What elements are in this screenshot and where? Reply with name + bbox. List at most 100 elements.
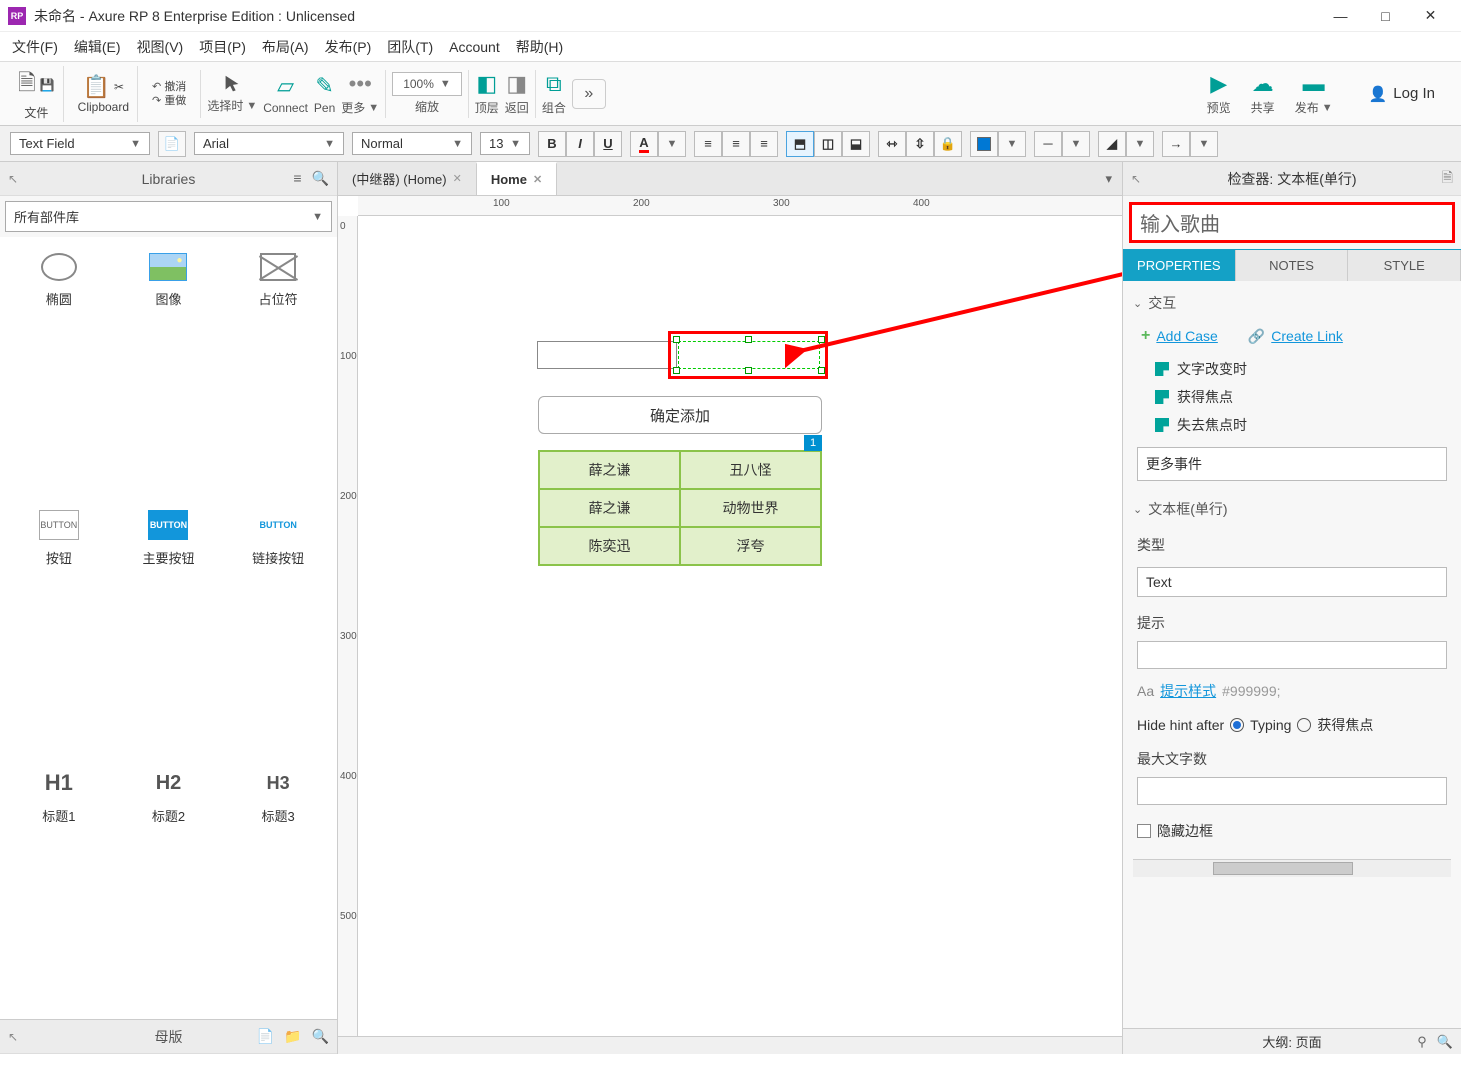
close-icon[interactable]: ✕ <box>453 172 462 185</box>
add-case-link[interactable]: Add Case <box>1156 328 1217 344</box>
login-button[interactable]: 👤 Log In <box>1353 79 1451 109</box>
widget-primary-button[interactable]: BUTTON主要按钮 <box>118 502 220 753</box>
publish-button[interactable]: ▬ 发布▼ <box>1295 71 1333 116</box>
widget-link-button[interactable]: BUTTON链接按钮 <box>227 502 329 753</box>
connect-button[interactable]: ▱ Connect <box>263 73 308 115</box>
panel-hscrollbar[interactable] <box>1133 859 1451 877</box>
menu-arrange[interactable]: 布局(A) <box>262 37 309 57</box>
event-lost-focus[interactable]: 失去焦点时 <box>1155 415 1451 435</box>
menu-team[interactable]: 团队(T) <box>387 37 433 57</box>
menu-view[interactable]: 视图(V) <box>137 37 184 57</box>
menu-publish[interactable]: 发布(P) <box>325 37 372 57</box>
undock-icon[interactable]: ↖ <box>8 172 18 186</box>
add-page-icon[interactable]: 📄 <box>257 1028 274 1045</box>
menu-icon[interactable]: ≡ <box>293 170 301 187</box>
table-row[interactable]: 陈奕迅 浮夸 <box>539 527 821 565</box>
search-icon[interactable]: 🔍 <box>312 1028 329 1045</box>
page-icon[interactable]: 🗎 <box>1442 167 1453 191</box>
widget-image[interactable]: 图像 <box>118 245 220 494</box>
distribute-v-button[interactable]: ⇳ <box>906 131 934 157</box>
table-cell[interactable]: 丑八怪 <box>680 451 821 489</box>
radio-focus[interactable] <box>1297 718 1311 732</box>
more-events-select[interactable]: 更多事件 <box>1137 447 1447 481</box>
redo-button[interactable]: ↷ 重做 <box>152 94 186 108</box>
menu-edit[interactable]: 编辑(E) <box>74 37 121 57</box>
menu-account[interactable]: Account <box>449 39 500 55</box>
table-cell[interactable]: 动物世界 <box>680 489 821 527</box>
close-button[interactable]: ✕ <box>1408 1 1453 31</box>
tabs-overflow[interactable]: ▾ <box>1095 162 1122 195</box>
style-manager-button[interactable]: 📄 <box>158 131 186 157</box>
section-interactions[interactable]: ⌄ 交互 <box>1133 287 1451 319</box>
tab-notes[interactable]: NOTES <box>1236 250 1349 281</box>
undock-icon[interactable]: ↖ <box>8 1030 18 1044</box>
toolbar-clipboard-group[interactable]: 📋✂ Clipboard <box>70 66 138 122</box>
table-cell[interactable]: 浮夸 <box>680 527 821 565</box>
type-select[interactable]: Text <box>1137 567 1447 597</box>
table-cell[interactable]: 薛之谦 <box>539 451 680 489</box>
fill-color-dropdown[interactable]: ▼ <box>998 131 1026 157</box>
line-style-button[interactable]: ─ <box>1034 131 1062 157</box>
arrow-style-button[interactable]: → <box>1162 131 1190 157</box>
table-row[interactable]: 薛之谦 动物世界 <box>539 489 821 527</box>
tab-properties[interactable]: PROPERTIES <box>1123 250 1236 281</box>
library-select[interactable]: 所有部件库▼ <box>5 201 332 232</box>
widget-style-select[interactable]: Text Field▼ <box>10 132 150 155</box>
underline-button[interactable]: U <box>594 131 622 157</box>
widget-h1[interactable]: H1标题1 <box>8 760 110 1011</box>
menu-file[interactable]: 文件(F) <box>12 37 58 57</box>
valign-middle-button[interactable]: ◫ <box>814 131 842 157</box>
line-color-button[interactable]: ◢ <box>1098 131 1126 157</box>
maxlength-input[interactable] <box>1137 777 1447 805</box>
valign-bottom-button[interactable]: ⬓ <box>842 131 870 157</box>
hide-border-checkbox[interactable] <box>1137 824 1151 838</box>
tab-home[interactable]: Home✕ <box>476 162 557 195</box>
widget-ellipse[interactable]: 椭圆 <box>8 245 110 494</box>
tab-repeater-home[interactable]: (中继器) (Home)✕ <box>338 162 476 195</box>
section-textfield[interactable]: ⌄ 文本框(单行) <box>1133 493 1451 525</box>
filter-icon[interactable]: ⚲ <box>1417 1034 1427 1050</box>
bold-button[interactable]: B <box>538 131 566 157</box>
share-button[interactable]: ☁ 共享 <box>1251 71 1275 116</box>
text-color-button[interactable]: A <box>630 131 658 157</box>
undock-icon[interactable]: ↖ <box>1131 172 1141 186</box>
event-got-focus[interactable]: 获得焦点 <box>1155 387 1451 407</box>
undo-button[interactable]: ↶ 撤消 <box>152 80 186 94</box>
align-left-button[interactable]: ≡ <box>694 131 722 157</box>
add-folder-icon[interactable]: 📁 <box>284 1028 301 1045</box>
bring-front-button[interactable]: ◧ 顶层 <box>475 71 499 116</box>
widget-placeholder[interactable]: 占位符 <box>227 245 329 494</box>
menu-help[interactable]: 帮助(H) <box>516 37 563 57</box>
select-mode-button[interactable]: 选择时▼ <box>207 73 257 114</box>
table-cell[interactable]: 陈奕迅 <box>539 527 680 565</box>
widget-h2[interactable]: H2标题2 <box>118 760 220 1011</box>
line-style-dropdown[interactable]: ▼ <box>1062 131 1090 157</box>
line-color-dropdown[interactable]: ▼ <box>1126 131 1154 157</box>
overflow-button[interactable]: » <box>572 79 606 109</box>
font-weight-select[interactable]: Normal▼ <box>352 132 472 155</box>
canvas-textfield-1[interactable] <box>537 341 677 369</box>
close-icon[interactable]: ✕ <box>533 173 542 186</box>
design-canvas[interactable]: 确定添加 1 薛之谦 丑八怪 薛之谦 动物世界 陈奕迅 浮夸 <box>358 216 1122 1054</box>
create-link-link[interactable]: Create Link <box>1271 328 1343 344</box>
menu-project[interactable]: 项目(P) <box>199 37 246 57</box>
search-icon[interactable]: 🔍 <box>1437 1034 1453 1050</box>
italic-button[interactable]: I <box>566 131 594 157</box>
table-cell[interactable]: 薛之谦 <box>539 489 680 527</box>
text-color-dropdown[interactable]: ▼ <box>658 131 686 157</box>
font-select[interactable]: Arial▼ <box>194 132 344 155</box>
search-icon[interactable]: 🔍 <box>312 170 329 187</box>
widget-h3[interactable]: H3标题3 <box>227 760 329 1011</box>
preview-button[interactable]: ▶ 预览 <box>1207 71 1231 116</box>
minimize-button[interactable]: — <box>1318 1 1363 31</box>
event-text-change[interactable]: 文字改变时 <box>1155 359 1451 379</box>
hint-input[interactable] <box>1137 641 1447 669</box>
tab-style[interactable]: STYLE <box>1348 250 1461 281</box>
lock-button[interactable]: 🔒 <box>934 131 962 157</box>
arrow-style-dropdown[interactable]: ▼ <box>1190 131 1218 157</box>
pen-button[interactable]: ✎ Pen <box>314 73 335 115</box>
canvas-repeater-table[interactable]: 1 薛之谦 丑八怪 薛之谦 动物世界 陈奕迅 浮夸 <box>538 450 822 566</box>
radio-typing[interactable] <box>1230 718 1244 732</box>
send-back-button[interactable]: ◨ 返回 <box>505 71 529 116</box>
widget-button[interactable]: BUTTON按钮 <box>8 502 110 753</box>
